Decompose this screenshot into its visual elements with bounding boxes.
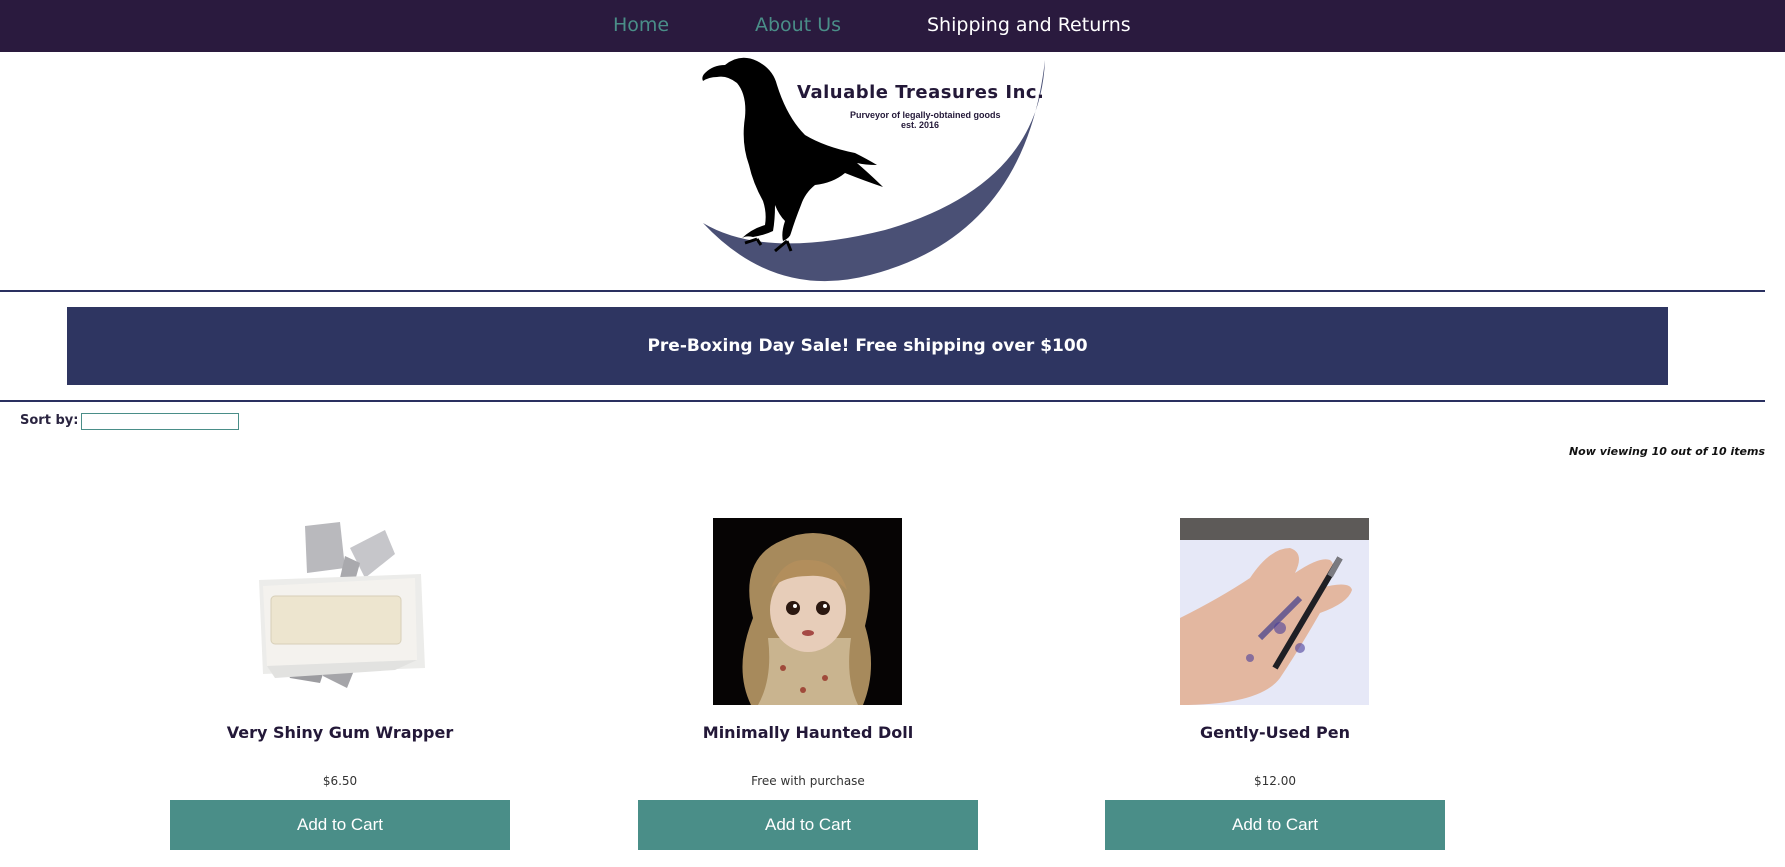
items-count-text: Now viewing 10 out of 10 items [1568,445,1765,458]
logo-established: est. 2016 [901,120,940,130]
add-to-cart-button[interactable]: Add to Cart [1105,800,1445,850]
product-name[interactable]: Minimally Haunted Doll [638,723,978,742]
sale-banner: Pre-Boxing Day Sale! Free shipping over … [67,307,1668,385]
logo-title: Valuable Treasures Inc. [797,82,1045,103]
site-logo: Valuable Treasures Inc. Purveyor of lega… [695,55,1075,287]
nav-link-about-us[interactable]: About Us [755,14,841,36]
sale-banner-text: Pre-Boxing Day Sale! Free shipping over … [647,336,1088,356]
product-price: Free with purchase [751,774,865,788]
product-name[interactable]: Very Shiny Gum Wrapper [170,723,510,742]
nav-link-shipping-returns[interactable]: Shipping and Returns [927,14,1131,36]
gum-wrapper-image[interactable] [245,518,434,705]
product-price: $6.50 [322,774,358,788]
top-navigation: Home About Us Shipping and Returns [0,0,1785,52]
divider-bottom [0,400,1765,402]
product-name[interactable]: Gently-Used Pen [1105,723,1445,742]
used-pen-image[interactable] [1180,518,1369,705]
sort-label: Sort by: [20,413,79,428]
haunted-doll-image[interactable] [713,518,902,705]
sort-input[interactable] [81,413,239,430]
divider-top [0,290,1765,292]
add-to-cart-button[interactable]: Add to Cart [170,800,510,850]
logo-tagline: Purveyor of legally-obtained goods [850,110,1001,120]
add-to-cart-button[interactable]: Add to Cart [638,800,978,850]
nav-link-home[interactable]: Home [613,14,669,36]
product-price: $12.00 [1254,774,1296,788]
